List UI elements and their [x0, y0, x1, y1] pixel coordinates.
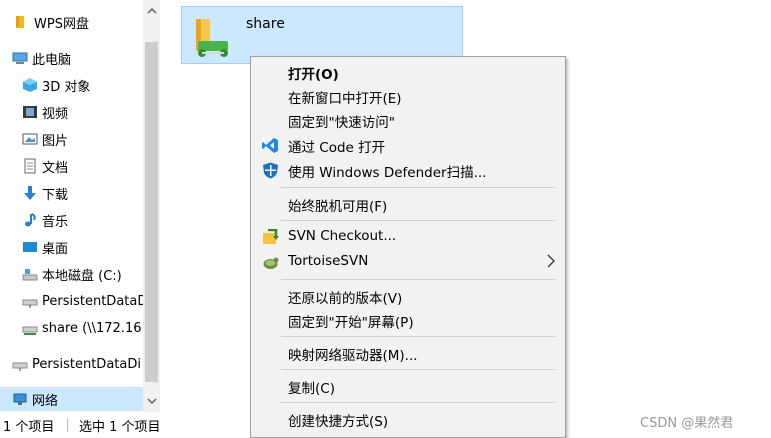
nav-item-documents[interactable]: 文档: [0, 154, 143, 178]
menu-always-offline[interactable]: 始终脱机可用(F): [251, 192, 565, 216]
menu-map-network-drive[interactable]: 映射网络驱动器(M)...: [251, 341, 565, 365]
nav-item-desktop[interactable]: 桌面: [0, 235, 143, 259]
defender-shield-icon: [262, 162, 279, 179]
menu-separator: [281, 279, 555, 280]
scroll-down-icon[interactable]: [143, 392, 160, 409]
menu-open[interactable]: 打开(O): [251, 60, 565, 84]
nav-item-share[interactable]: share (\\172.16: [0, 316, 143, 340]
file-name-label: share: [246, 16, 285, 32]
menu-item-label: 在新窗口中打开(E): [288, 91, 402, 107]
nav-item-wps[interactable]: WPS网盘: [0, 10, 143, 34]
nav-item-downloads[interactable]: 下载: [0, 181, 143, 205]
nav-item-label: 音乐: [42, 214, 69, 230]
nav-item-pictures[interactable]: 图片: [0, 127, 143, 151]
nav-item-label: 文档: [42, 160, 69, 176]
menu-separator: [281, 336, 555, 337]
network-share-icon: [22, 320, 38, 336]
navigation-pane: WPS网盘 此电脑 3D 对象 视频 图片 文档 下载 音乐 桌面 本地磁盘 (…: [0, 0, 143, 412]
nav-item-label: WPS网盘: [34, 16, 89, 32]
nav-item-persistent-d2[interactable]: PersistentDataDi: [0, 352, 143, 376]
menu-open-new-window[interactable]: 在新窗口中打开(E): [251, 84, 565, 108]
download-icon: [22, 185, 38, 201]
nav-item-video[interactable]: 视频: [0, 100, 143, 124]
nav-scrollbar[interactable]: [143, 0, 160, 412]
scroll-thumb[interactable]: [145, 42, 158, 382]
menu-item-label: 始终脱机可用(F): [288, 199, 388, 215]
menu-separator: [281, 187, 555, 188]
menu-open-with-code[interactable]: 通过 Code 打开: [251, 133, 565, 157]
menu-item-label: 映射网络驱动器(M)...: [288, 348, 418, 364]
network-drive-icon: [12, 356, 28, 372]
nav-item-label: 桌面: [42, 241, 69, 257]
wps-folder-icon: [14, 14, 30, 30]
menu-pin-quick-access[interactable]: 固定到"快速访问": [251, 108, 565, 132]
scroll-up-icon[interactable]: [143, 2, 160, 19]
menu-item-label: 还原以前的版本(V): [288, 291, 403, 307]
menu-item-label: 复制(C): [288, 381, 335, 397]
vscode-icon: [262, 137, 279, 154]
music-icon: [22, 212, 38, 228]
network-drive-icon: [22, 293, 38, 309]
svn-checkout-icon: [262, 228, 279, 246]
context-menu: 打开(O) 在新窗口中打开(E) 固定到"快速访问" 通过 Code 打开 使用…: [250, 56, 566, 438]
menu-item-label: 固定到"快速访问": [288, 115, 395, 131]
3d-objects-icon: [22, 77, 38, 93]
tortoisesvn-icon: [262, 254, 279, 271]
menu-item-label: 打开(O): [288, 67, 339, 83]
status-separator: [67, 418, 68, 432]
nav-item-label: share (\\172.16: [42, 320, 142, 336]
network-icon: [12, 391, 28, 407]
nav-item-this-pc[interactable]: 此电脑: [0, 46, 143, 70]
nav-item-3d-objects[interactable]: 3D 对象: [0, 73, 143, 97]
menu-separator: [281, 220, 555, 221]
chevron-right-icon: [547, 254, 555, 272]
nav-item-label: 图片: [42, 133, 69, 149]
nav-item-persistent-d1[interactable]: PersistentDataD: [0, 289, 143, 313]
menu-item-label: SVN Checkout...: [288, 228, 397, 244]
video-icon: [22, 104, 38, 120]
pictures-icon: [22, 131, 38, 147]
menu-separator: [281, 369, 555, 370]
watermark: CSDN @果然君: [640, 416, 734, 431]
nav-item-local-disk[interactable]: 本地磁盘 (C:): [0, 262, 143, 286]
nav-item-music[interactable]: 音乐: [0, 208, 143, 232]
menu-item-label: TortoiseSVN: [288, 253, 369, 269]
menu-separator: [281, 402, 555, 403]
menu-tortoisesvn[interactable]: TortoiseSVN: [251, 250, 565, 274]
nav-item-label: PersistentDataD: [42, 293, 143, 309]
menu-pin-start[interactable]: 固定到"开始"屏幕(P): [251, 308, 565, 332]
menu-restore-previous[interactable]: 还原以前的版本(V): [251, 284, 565, 308]
selected-count-label: 选中 1 个项目: [79, 420, 161, 435]
nav-item-label: 本地磁盘 (C:): [42, 268, 122, 284]
menu-item-label: 通过 Code 打开: [288, 140, 386, 156]
nav-item-label: 网络: [32, 393, 59, 409]
menu-item-label: 固定到"开始"屏幕(P): [288, 315, 414, 331]
menu-svn-checkout[interactable]: SVN Checkout...: [251, 225, 565, 249]
nav-item-label: 视频: [42, 106, 69, 122]
menu-copy[interactable]: 复制(C): [251, 374, 565, 398]
nav-item-label: 3D 对象: [42, 79, 91, 95]
local-disk-icon: [22, 266, 38, 282]
nav-item-label: PersistentDataDi: [32, 356, 141, 372]
menu-defender-scan[interactable]: 使用 Windows Defender扫描...: [251, 158, 565, 182]
desktop-icon: [22, 239, 38, 255]
this-pc-icon: [12, 50, 28, 66]
nav-item-label: 下载: [42, 187, 69, 203]
nav-item-network[interactable]: 网络: [0, 387, 143, 411]
nav-item-label: 此电脑: [32, 52, 72, 68]
menu-item-label: 使用 Windows Defender扫描...: [288, 165, 487, 181]
documents-icon: [22, 158, 38, 174]
item-count-label: 1 个项目: [3, 420, 55, 435]
shared-folder-icon: [190, 15, 232, 59]
